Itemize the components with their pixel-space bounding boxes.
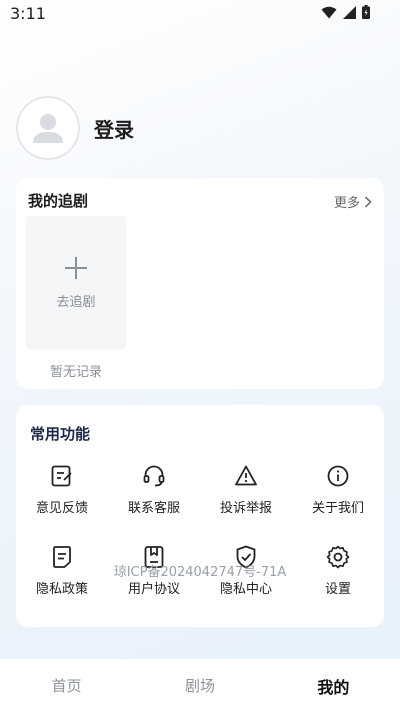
privacy-policy-label: 隐私政策 bbox=[35, 582, 88, 597]
battery-icon bbox=[362, 5, 370, 19]
signal-icon bbox=[343, 5, 356, 19]
login-link[interactable]: 登录 bbox=[94, 114, 134, 143]
my-follow-card: 我的追剧 更多 去追剧 暂无记录 bbox=[16, 178, 384, 389]
headset-icon bbox=[143, 465, 165, 487]
wifi-icon bbox=[321, 6, 337, 18]
more-label: 更多 bbox=[333, 196, 360, 211]
status-icons bbox=[321, 5, 370, 19]
empty-record-text: 暂无记录 bbox=[49, 365, 102, 380]
chevron-right-icon bbox=[364, 195, 372, 208]
customer-service-button[interactable]: 联系客服 bbox=[108, 463, 200, 516]
feedback-icon bbox=[51, 465, 72, 487]
avatar[interactable] bbox=[16, 96, 80, 160]
plus-icon bbox=[65, 256, 87, 279]
tab-home[interactable]: 首页 bbox=[0, 659, 133, 712]
add-follow-label: 去追剧 bbox=[56, 294, 96, 310]
my-follow-title: 我的追剧 bbox=[28, 192, 89, 210]
privacy-center-label: 隐私中心 bbox=[219, 582, 272, 597]
profile-header[interactable]: 登录 bbox=[16, 96, 134, 160]
more-link[interactable]: 更多 bbox=[334, 192, 372, 211]
tab-mine[interactable]: 我的 bbox=[267, 659, 400, 712]
tab-theater[interactable]: 剧场 bbox=[133, 659, 266, 712]
customer-service-label: 联系客服 bbox=[127, 501, 180, 516]
add-follow-button[interactable]: 去追剧 bbox=[26, 216, 126, 350]
common-functions-title: 常用功能 bbox=[30, 425, 91, 443]
status-time: 3:11 bbox=[10, 4, 46, 23]
info-icon bbox=[327, 465, 349, 487]
common-functions-card: 常用功能 意见反馈 联系客服 投诉举报 关于我们 隐私政策 用户协议 隐私中心 … bbox=[16, 405, 384, 627]
warning-icon bbox=[235, 465, 257, 486]
icp-license-text: 琼ICP备2024042747号-71A bbox=[113, 565, 287, 580]
feedback-button[interactable]: 意见反馈 bbox=[16, 463, 108, 516]
report-button[interactable]: 投诉举报 bbox=[200, 463, 292, 516]
user-agreement-label: 用户协议 bbox=[127, 582, 180, 597]
bottom-tab-bar: 首页 剧场 我的 bbox=[0, 658, 400, 712]
user-avatar-icon bbox=[33, 114, 63, 143]
feedback-label: 意见反馈 bbox=[35, 501, 88, 516]
report-label: 投诉举报 bbox=[219, 501, 272, 516]
status-bar: 3:11 bbox=[0, 0, 400, 28]
about-us-label: 关于我们 bbox=[311, 501, 364, 516]
settings-label: 设置 bbox=[324, 582, 351, 597]
about-us-button[interactable]: 关于我们 bbox=[292, 463, 384, 516]
